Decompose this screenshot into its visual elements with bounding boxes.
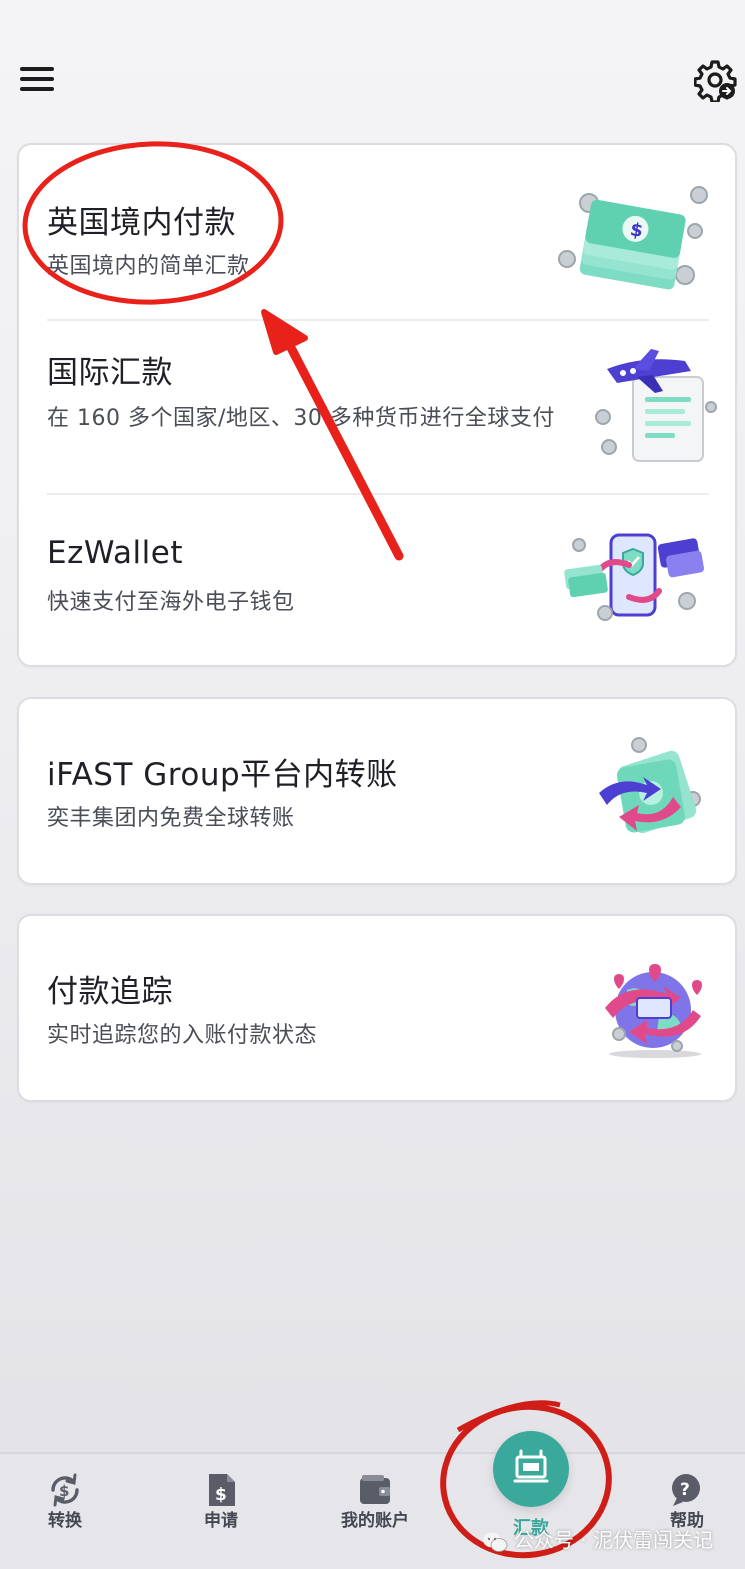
settings-button[interactable] bbox=[693, 58, 738, 104]
payment-tracking-card: 付款追踪 实时追踪您的入账付款状态 bbox=[17, 914, 737, 1102]
international-remittance-item[interactable]: 国际汇款 在 160 多个国家/地区、30 多种货币进行全球支付 bbox=[19, 321, 735, 493]
svg-text:?: ? bbox=[680, 1480, 690, 1500]
dollar-document-icon: $ bbox=[209, 1474, 235, 1506]
globe-tracking-illustration bbox=[605, 964, 702, 1058]
currency-exchange-icon: $ bbox=[51, 1473, 79, 1507]
menu-line bbox=[20, 77, 54, 81]
item-subtitle: 奕丰集团内免费全球转账 bbox=[47, 806, 295, 831]
uk-domestic-payment-item[interactable]: 英国境内付款 英国境内的简单汇款 $ bbox=[19, 145, 735, 321]
top-bar bbox=[0, 0, 745, 140]
phone-wallet-illustration bbox=[564, 533, 705, 621]
ifast-group-transfer-item[interactable]: iFAST Group平台内转账 奕丰集团内免费全球转账 bbox=[19, 699, 735, 883]
help-chat-icon: ? bbox=[672, 1474, 700, 1506]
annotation-stroke bbox=[456, 1400, 561, 1433]
item-title: iFAST Group平台内转账 bbox=[47, 757, 398, 793]
item-title: 英国境内付款 bbox=[47, 205, 236, 241]
ezwallet-item[interactable]: EzWallet 快速支付至海外电子钱包 bbox=[19, 495, 735, 667]
transfer-arrows-illustration bbox=[599, 737, 701, 834]
send-money-icon bbox=[513, 1449, 549, 1483]
wallet-icon bbox=[360, 1475, 390, 1504]
hamburger-menu-button[interactable] bbox=[20, 64, 56, 94]
watermark-text: 公众号 · 泥伏雷闯关记 bbox=[514, 1528, 714, 1552]
watermark: 公众号 · 泥伏雷闯关记 bbox=[482, 1524, 713, 1553]
payment-tracking-item[interactable]: 付款追踪 实时追踪您的入账付款状态 bbox=[19, 916, 735, 1100]
item-title: 付款追踪 bbox=[47, 974, 173, 1010]
airplane-receipt-illustration bbox=[595, 349, 717, 462]
nav-label: 申请 bbox=[204, 1511, 238, 1531]
money-stack-illustration: $ bbox=[558, 186, 708, 290]
nav-item-my-account[interactable]: 我的账户 bbox=[310, 1454, 440, 1569]
internal-transfer-card: iFAST Group平台内转账 奕丰集团内免费全球转账 bbox=[17, 697, 737, 885]
nav-item-remittance[interactable] bbox=[493, 1431, 569, 1507]
remittance-page: 英国境内付款 英国境内的简单汇款 $ 国际汇款 在 160 多个国家/地区、30… bbox=[0, 0, 745, 1569]
item-subtitle: 快速支付至海外电子钱包 bbox=[47, 590, 295, 615]
item-subtitle: 在 160 多个国家/地区、30 多种货币进行全球支付 bbox=[47, 406, 555, 431]
nav-item-convert[interactable]: $ 转换 bbox=[0, 1454, 130, 1569]
menu-line bbox=[20, 67, 54, 71]
item-title: EzWallet bbox=[47, 535, 183, 571]
nav-label: 转换 bbox=[48, 1511, 82, 1531]
nav-label: 我的账户 bbox=[341, 1511, 409, 1531]
item-title: 国际汇款 bbox=[47, 355, 173, 391]
svg-text:$: $ bbox=[59, 1482, 69, 1500]
svg-text:$: $ bbox=[215, 1485, 227, 1505]
menu-line bbox=[20, 87, 54, 91]
wechat-icon bbox=[483, 1532, 508, 1552]
payment-options-card: 英国境内付款 英国境内的简单汇款 $ 国际汇款 在 160 多个国家/地区、30… bbox=[17, 143, 737, 667]
gear-settings-icon bbox=[693, 60, 737, 104]
item-subtitle: 实时追踪您的入账付款状态 bbox=[47, 1023, 318, 1048]
nav-item-apply[interactable]: $ 申请 bbox=[156, 1454, 286, 1569]
item-subtitle: 英国境内的简单汇款 bbox=[47, 254, 250, 279]
